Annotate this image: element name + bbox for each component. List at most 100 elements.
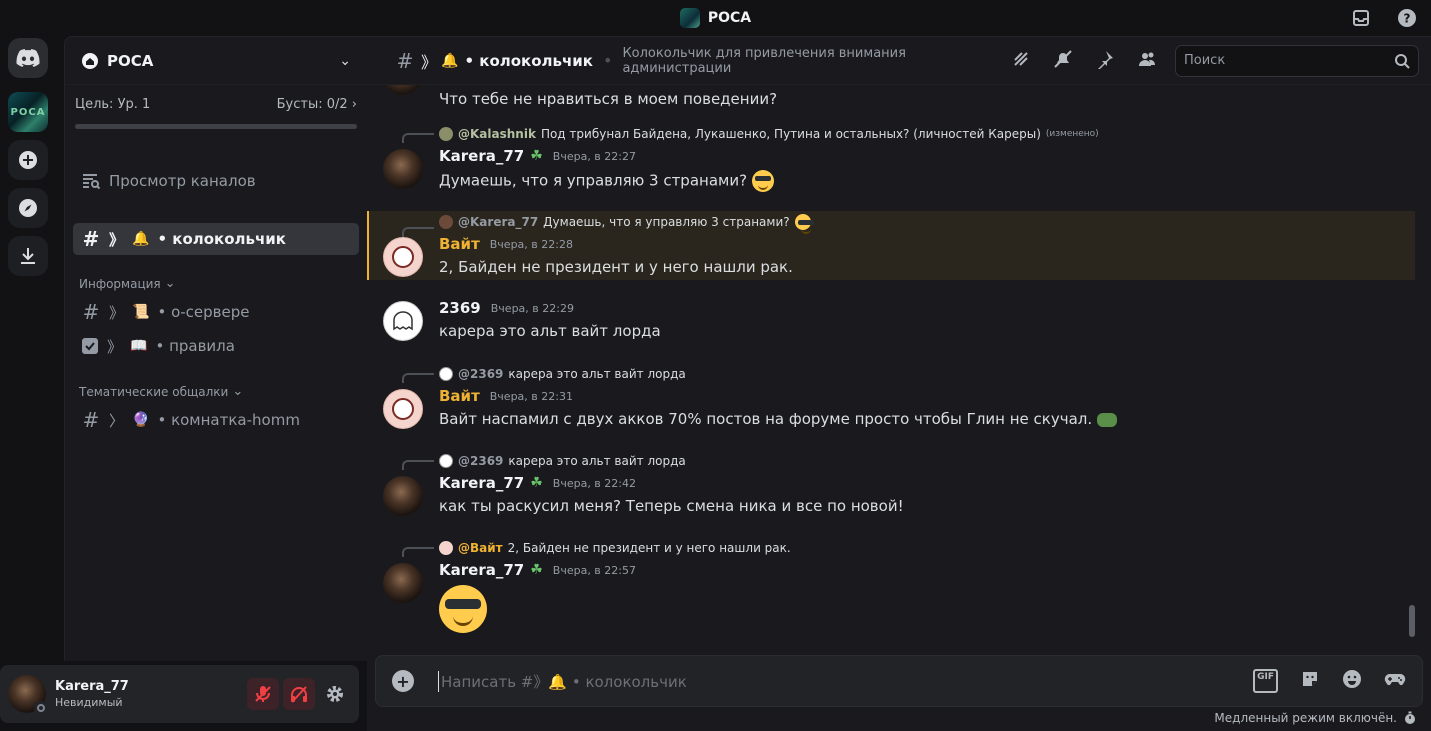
window-title: POCA bbox=[679, 8, 752, 28]
timestamp: Вчера, в 22:57 bbox=[552, 563, 636, 577]
bell-emoji-icon: 🔔 bbox=[441, 52, 459, 69]
reply-spine bbox=[402, 460, 434, 470]
deafen-button[interactable] bbox=[283, 678, 315, 710]
channel-topic[interactable]: Колокольчик для привлечения внимания адм… bbox=[622, 46, 1011, 76]
explore-button[interactable] bbox=[8, 188, 48, 228]
message[interactable]: Что тебе не нравиться в моем поведении? bbox=[367, 85, 1415, 125]
message[interactable]: @2369 карера это альт вайт лорда Вайт Вч… bbox=[367, 365, 1415, 445]
header-divider: • bbox=[603, 51, 613, 70]
help-icon[interactable]: ? bbox=[1397, 8, 1417, 28]
reply-preview[interactable]: @2369 карера это альт вайт лорда bbox=[439, 367, 686, 381]
search-input[interactable]: Поиск bbox=[1175, 44, 1419, 77]
members-icon[interactable] bbox=[1137, 49, 1157, 73]
community-server-icon bbox=[82, 52, 98, 69]
category-thematic[interactable]: Тематические общалки ⌄ bbox=[79, 384, 243, 399]
channel-komnatka-homm[interactable]: # 〉 🔮 • комнатка-homm bbox=[73, 404, 359, 436]
chevrons-icon: 》 bbox=[107, 337, 123, 356]
browse-channels-label: Просмотр каналов bbox=[109, 172, 256, 190]
reply-mention[interactable]: @Kalashnik bbox=[458, 127, 536, 141]
avatar[interactable] bbox=[383, 301, 423, 341]
message-author[interactable]: Вайт Вчера, в 22:31 bbox=[439, 387, 573, 405]
frog-emoji-icon bbox=[1096, 412, 1117, 427]
avatar[interactable] bbox=[383, 85, 423, 95]
user-name-block[interactable]: Karera_77 Невидимый bbox=[55, 679, 243, 709]
avatar[interactable] bbox=[383, 237, 423, 277]
add-server-button[interactable] bbox=[8, 140, 48, 180]
category-information[interactable]: Информация ⌄ bbox=[79, 276, 176, 291]
message[interactable]: @Вайт 2, Байден не президент и у него на… bbox=[367, 539, 1415, 644]
reply-preview[interactable]: @2369 карера это альт вайт лорда bbox=[439, 454, 686, 468]
reply-preview[interactable]: @Karera_77 Думаешь, что я управляю 3 стр… bbox=[439, 214, 814, 234]
plus-icon bbox=[19, 151, 37, 169]
boost-progress[interactable]: Цель: Ур. 1 Бусты: 0/2 › bbox=[65, 85, 367, 147]
browse-channels[interactable]: Просмотр каналов bbox=[73, 165, 359, 197]
sticker-icon[interactable] bbox=[1300, 669, 1320, 693]
message-highlighted[interactable]: @Karera_77 Думаешь, что я управляю 3 стр… bbox=[367, 211, 1415, 280]
reply-mention[interactable]: @2369 bbox=[458, 367, 503, 381]
pin-icon[interactable] bbox=[1095, 49, 1115, 73]
server-header[interactable]: POCA ⌄ bbox=[65, 37, 367, 85]
user-status: Невидимый bbox=[55, 696, 123, 709]
avatar[interactable] bbox=[383, 476, 423, 516]
title-bar: POCA ? bbox=[0, 0, 1431, 36]
author-name: Karera_77 bbox=[439, 561, 525, 579]
sunglasses-emoji-large-icon bbox=[439, 585, 487, 633]
user-avatar[interactable] bbox=[8, 675, 48, 715]
gif-button[interactable]: GIF bbox=[1253, 669, 1278, 693]
message[interactable]: 2369 Вчера, в 22:29 карера это альт вайт… bbox=[367, 295, 1415, 355]
gear-icon bbox=[327, 686, 343, 702]
emoji-picker-icon[interactable] bbox=[1342, 669, 1362, 693]
reply-preview[interactable]: @Kalashnik Под трибунал Байдена, Лукашен… bbox=[439, 127, 1099, 141]
notifications-muted-icon[interactable] bbox=[1053, 49, 1073, 73]
reply-mention[interactable]: @2369 bbox=[458, 454, 503, 468]
timestamp: Вчера, в 22:27 bbox=[552, 149, 636, 163]
message-author[interactable]: Karera_77 ☘ Вчера, в 22:27 bbox=[439, 147, 636, 165]
clover-badge-icon: ☘ bbox=[530, 475, 543, 491]
reply-avatar bbox=[439, 454, 453, 468]
headphones-muted-icon bbox=[291, 686, 307, 703]
window-title-text: POCA bbox=[707, 10, 752, 26]
message-list: Что тебе не нравиться в моем поведении? … bbox=[367, 85, 1419, 653]
mute-button[interactable] bbox=[247, 678, 279, 710]
reply-avatar bbox=[439, 127, 453, 141]
hash-icon: # bbox=[82, 300, 100, 324]
server-poca-button[interactable]: POCA bbox=[8, 92, 48, 132]
reply-preview[interactable]: @Вайт 2, Байден не президент и у него на… bbox=[439, 541, 791, 555]
message-author[interactable]: Вайт Вчера, в 22:28 bbox=[439, 235, 573, 253]
message[interactable]: @2369 карера это альт вайт лорда Karera_… bbox=[367, 452, 1415, 532]
inbox-icon[interactable] bbox=[1351, 8, 1371, 28]
reply-mention[interactable]: @Karera_77 bbox=[458, 215, 538, 229]
chevron-icon: 〉 bbox=[109, 411, 125, 430]
home-button[interactable] bbox=[8, 38, 48, 78]
avatar[interactable] bbox=[383, 149, 423, 189]
channel-o-servere[interactable]: # 》 📜 • о-сервере bbox=[73, 296, 359, 328]
message-author[interactable]: Karera_77 ☘ Вчера, в 22:42 bbox=[439, 474, 636, 492]
author-name: Вайт bbox=[439, 387, 480, 405]
threads-icon[interactable] bbox=[1011, 49, 1031, 73]
message-author[interactable]: 2369 Вчера, в 22:29 bbox=[439, 299, 574, 317]
avatar[interactable] bbox=[383, 563, 423, 603]
scrollbar-thumb[interactable] bbox=[1409, 605, 1415, 637]
author-name: Вайт bbox=[439, 235, 480, 253]
server-mini-icon bbox=[679, 8, 700, 28]
message-composer[interactable]: + Написать #》🔔 • колокольчик GIF bbox=[375, 655, 1423, 707]
slowmode-text: Медленный режим включён. bbox=[1214, 711, 1397, 725]
gamepad-icon[interactable] bbox=[1384, 669, 1406, 693]
category-name: Информация bbox=[79, 276, 161, 291]
avatar[interactable] bbox=[383, 389, 423, 429]
chevron-right-icon: › bbox=[351, 97, 357, 112]
reply-mention[interactable]: @Вайт bbox=[458, 541, 503, 555]
channel-pravila[interactable]: 》 📖 • правила bbox=[73, 330, 359, 362]
chevrons-icon: 》 bbox=[109, 230, 125, 249]
attach-plus-icon[interactable]: + bbox=[392, 670, 414, 692]
user-settings-button[interactable] bbox=[319, 678, 351, 710]
channel-name: • о-сервере bbox=[157, 303, 250, 321]
channel-kolokolchik[interactable]: # 》 🔔 • колокольчик bbox=[73, 223, 359, 255]
channel-title: • колокольчик bbox=[464, 51, 593, 70]
message-input[interactable]: Написать #》🔔 • колокольчик bbox=[438, 670, 1253, 692]
stopwatch-icon bbox=[1405, 711, 1415, 724]
download-apps-button[interactable] bbox=[8, 236, 48, 276]
message[interactable]: @Kalashnik Под трибунал Байдена, Лукашен… bbox=[367, 125, 1415, 205]
message-author[interactable]: Karera_77 ☘ Вчера, в 22:57 bbox=[439, 561, 636, 579]
message-content: Вайт наспамил с двух акков 70% постов на… bbox=[439, 410, 1117, 428]
